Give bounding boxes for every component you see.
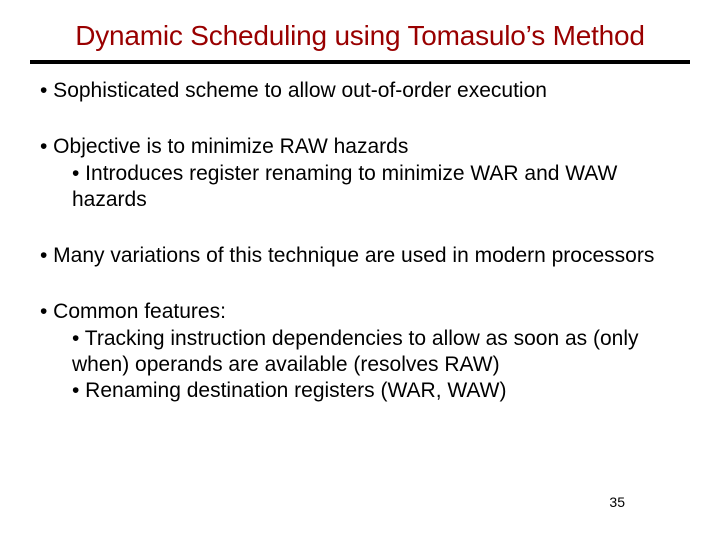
bullet-3: • Many variations of this technique are …: [40, 243, 680, 269]
bullet-2a: • Introduces register renaming to minimi…: [72, 161, 680, 214]
bullet-4: • Common features:: [40, 299, 680, 325]
slide-title: Dynamic Scheduling using Tomasulo’s Meth…: [30, 20, 690, 52]
bullet-1: • Sophisticated scheme to allow out-of-o…: [40, 78, 680, 104]
bullet-4a: • Tracking instruction dependencies to a…: [72, 326, 680, 379]
slide-content: • Sophisticated scheme to allow out-of-o…: [30, 78, 690, 404]
title-rule: [30, 60, 690, 64]
bullet-4b: • Renaming destination registers (WAR, W…: [72, 378, 680, 404]
bullet-2: • Objective is to minimize RAW hazards: [40, 134, 680, 160]
page-number: 35: [609, 494, 625, 510]
